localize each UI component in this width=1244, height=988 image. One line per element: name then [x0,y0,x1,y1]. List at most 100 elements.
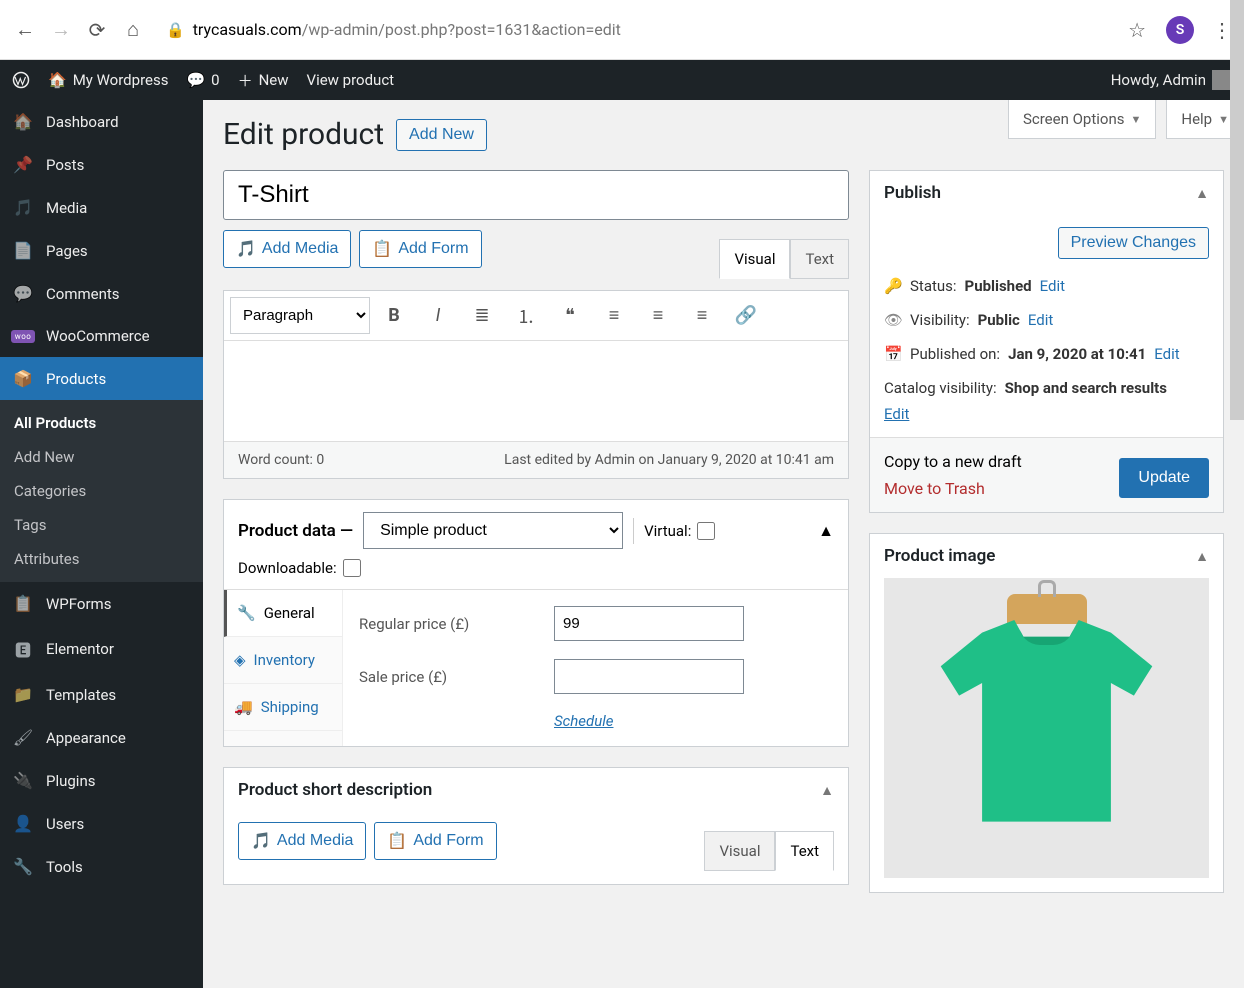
virtual-checkbox[interactable] [697,522,715,540]
collapse-icon[interactable]: ▲ [1195,548,1209,565]
profile-avatar[interactable]: S [1166,16,1194,44]
description-editor: Paragraph B I ≣ ⒈ ❝ ≡ ≡ ≡ 🔗 Word count: … [223,290,849,479]
user-avatar-icon [1212,70,1232,90]
sidebar-item-pages[interactable]: 📄Pages [0,229,203,272]
product-image[interactable] [884,578,1209,878]
product-image-heading: Product image [884,546,995,566]
edit-status-link[interactable]: Edit [1040,277,1065,295]
wrench-icon: 🔧 [12,857,34,876]
pd-tab-inventory[interactable]: ◈Inventory [224,637,342,684]
sidebar-item-appearance[interactable]: 🖌Appearance [0,716,203,759]
copy-draft-link[interactable]: Copy to a new draft [884,452,1022,471]
vertical-scrollbar[interactable] [1230,0,1244,988]
short-editor-tab-text[interactable]: Text [775,831,834,871]
sale-price-input[interactable] [554,659,744,694]
bold-button[interactable]: B [374,298,414,334]
short-editor-tab-visual[interactable]: Visual [704,831,775,871]
collapse-icon[interactable]: ▲ [820,782,834,799]
form-icon: 📋 [372,239,392,259]
screen-options-tab[interactable]: Screen Options▼ [1008,100,1156,139]
move-trash-link[interactable]: Move to Trash [884,479,1022,498]
howdy-link[interactable]: Howdy, Admin [1111,70,1232,90]
short-description-panel: Product short description ▲ 🎵Add Media 📋… [223,767,849,885]
forward-button[interactable]: → [48,17,74,43]
edit-catalog-link[interactable]: Edit [884,405,909,423]
sidebar-item-tools[interactable]: 🔧Tools [0,845,203,888]
collapse-icon[interactable]: ▲ [1195,185,1209,202]
submenu-all-products[interactable]: All Products [0,406,203,440]
media-icon: 🎵 [12,198,34,217]
sidebar-item-products[interactable]: 📦Products [0,357,203,400]
preview-changes-button[interactable]: Preview Changes [1058,227,1209,259]
sidebar-item-media[interactable]: 🎵Media [0,186,203,229]
comments-link[interactable]: 💬 0 [186,71,219,89]
editor-tab-text[interactable]: Text [790,239,849,279]
downloadable-checkbox[interactable] [343,559,361,577]
submenu-attributes[interactable]: Attributes [0,542,203,576]
add-form-button[interactable]: 📋Add Form [359,230,481,268]
submenu-tags[interactable]: Tags [0,508,203,542]
regular-price-input[interactable] [554,606,744,641]
align-center-button[interactable]: ≡ [638,298,678,334]
quote-button[interactable]: ❝ [550,298,590,334]
home-button[interactable]: ⌂ [120,17,146,43]
browser-menu-icon[interactable]: ⋮ [1212,18,1232,42]
sidebar-item-woocommerce[interactable]: wooWooCommerce [0,315,203,357]
edit-visibility-link[interactable]: Edit [1028,311,1053,329]
sidebar-item-templates[interactable]: 📁Templates [0,673,203,716]
sidebar-item-elementor[interactable]: 🅴Elementor [0,625,203,673]
italic-button[interactable]: I [418,298,458,334]
chevron-down-icon: ▼ [1218,113,1229,126]
editor-tab-visual[interactable]: Visual [719,239,790,279]
media-icon: 🎵 [251,831,271,851]
link-button[interactable]: 🔗 [726,298,766,334]
brush-icon: 🖌 [12,728,34,747]
new-link[interactable]: ＋ New [238,70,289,91]
pin-icon: 📌 [12,155,34,174]
last-edited: Last edited by Admin on January 9, 2020 … [504,452,834,468]
product-title-input[interactable] [223,170,849,220]
align-right-button[interactable]: ≡ [682,298,722,334]
bullet-list-button[interactable]: ≣ [462,298,502,334]
update-button[interactable]: Update [1119,458,1209,498]
sidebar-item-users[interactable]: 👤Users [0,802,203,845]
sidebar-item-comments[interactable]: 💬Comments [0,272,203,315]
bookmark-icon[interactable]: ☆ [1128,18,1146,42]
short-add-form-button[interactable]: 📋Add Form [374,822,496,860]
paragraph-select[interactable]: Paragraph [230,297,370,334]
sidebar-item-plugins[interactable]: 🔌Plugins [0,759,203,802]
site-link[interactable]: 🏠 My Wordpress [48,71,168,89]
form-icon: 📋 [387,831,407,851]
view-product-link[interactable]: View product [307,71,395,89]
submenu-add-new[interactable]: Add New [0,440,203,474]
add-new-button[interactable]: Add New [396,119,487,151]
numbered-list-button[interactable]: ⒈ [506,298,546,334]
short-add-media-button[interactable]: 🎵Add Media [238,822,366,860]
schedule-link[interactable]: Schedule [554,712,832,730]
plugin-icon: 🔌 [12,771,34,790]
sidebar-item-dashboard[interactable]: 🏠Dashboard [0,100,203,143]
short-desc-heading: Product short description [238,780,432,800]
pd-tab-general[interactable]: 🔧General [224,590,342,637]
editor-body[interactable] [224,341,848,441]
collapse-icon[interactable]: ▲ [818,521,834,541]
product-data-panel: Product data — Simple product Virtual: ▲… [223,499,849,747]
product-data-label: Product data — [238,521,353,541]
folder-icon: 📁 [12,685,34,704]
reload-button[interactable]: ⟳ [84,17,110,43]
pd-tab-shipping[interactable]: 🚚Shipping [224,684,342,731]
edit-date-link[interactable]: Edit [1154,345,1179,363]
submenu-categories[interactable]: Categories [0,474,203,508]
sidebar-item-posts[interactable]: 📌Posts [0,143,203,186]
sidebar-item-wpforms[interactable]: 📋WPForms [0,582,203,625]
back-button[interactable]: ← [12,17,38,43]
align-left-button[interactable]: ≡ [594,298,634,334]
wp-admin-bar: 🏠 My Wordpress 💬 0 ＋ New View product Ho… [0,60,1244,100]
address-bar[interactable]: 🔒 trycasuals.com /wp-admin/post.php?post… [156,14,1108,45]
add-media-button[interactable]: 🎵Add Media [223,230,351,268]
product-type-select[interactable]: Simple product [363,512,623,549]
dashboard-icon: 🏠 [12,112,34,131]
url-domain: trycasuals.com [193,20,302,39]
wp-logo-icon[interactable] [12,71,30,89]
sale-price-label: Sale price (£) [359,668,534,686]
